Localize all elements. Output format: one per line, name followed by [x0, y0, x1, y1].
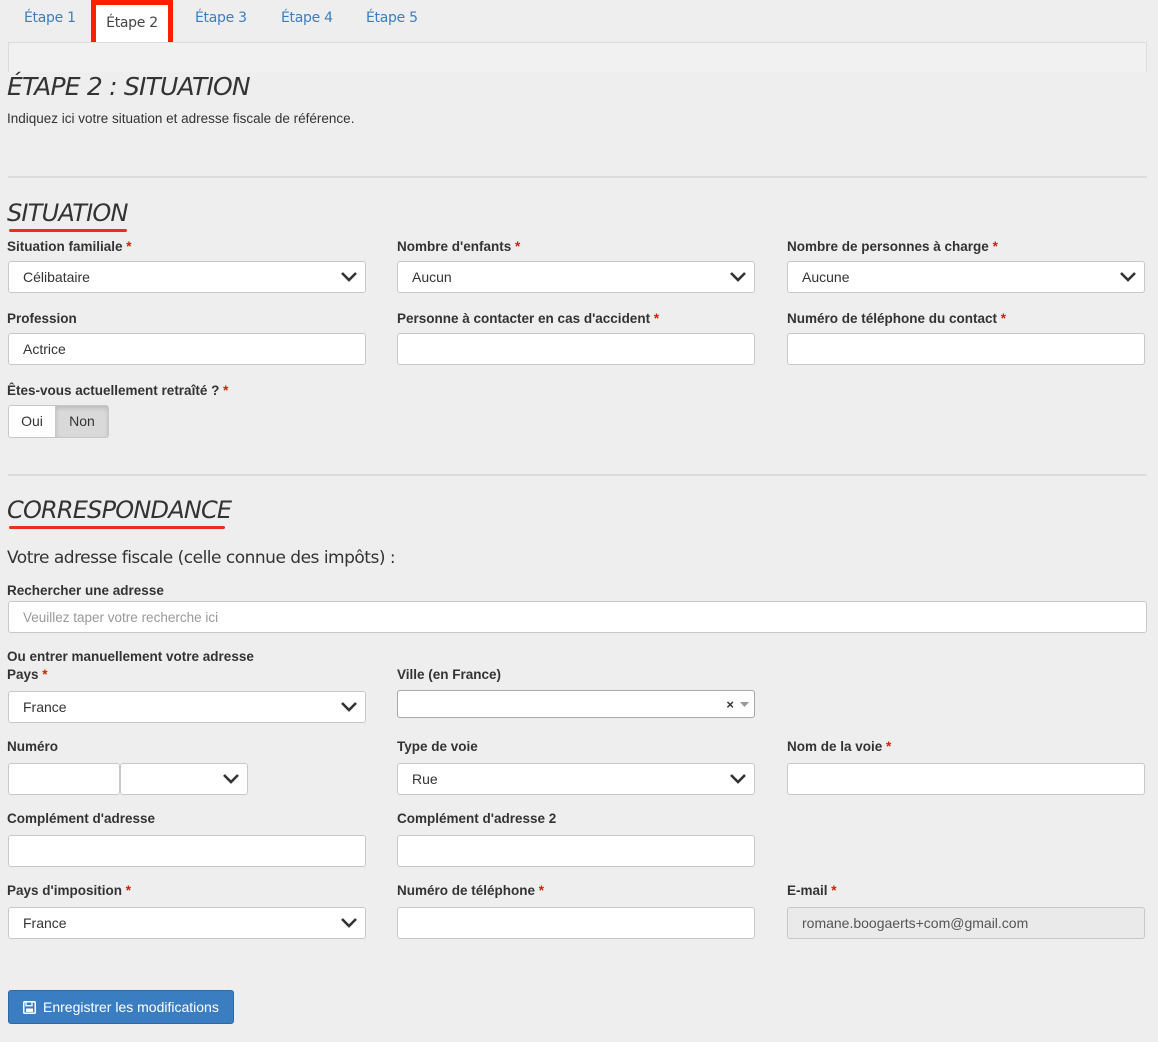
pays-label: Pays *: [7, 667, 48, 682]
nombre-enfants-select[interactable]: Aucun: [397, 261, 755, 293]
retraite-label: Êtes-vous actuellement retraîté ? *: [7, 383, 229, 398]
retraite-oui-button[interactable]: Oui: [8, 405, 56, 438]
nombre-enfants-label: Nombre d'enfants *: [397, 239, 521, 254]
tab-etape-5[interactable]: Étape 5: [366, 10, 418, 26]
complement-input[interactable]: [8, 835, 366, 867]
retraite-non-button[interactable]: Non: [55, 405, 109, 438]
search-address-input[interactable]: Veuillez taper votre recherche ici: [8, 601, 1147, 633]
complement2-input[interactable]: [397, 835, 755, 867]
telephone-label: Numéro de téléphone *: [397, 883, 545, 898]
email-field: romane.boogaerts+com@gmail.com: [787, 907, 1145, 939]
contact-phone-label: Numéro de téléphone du contact *: [787, 311, 1007, 326]
tab-etape-4[interactable]: Étape 4: [281, 10, 333, 26]
caret-down-icon: [740, 702, 749, 707]
save-button-label: Enregistrer les modifications: [43, 999, 219, 1015]
numero-label: Numéro: [7, 739, 59, 754]
page-intro: Indiquez ici votre situation et adresse …: [7, 111, 355, 126]
floppy-disk-icon: [23, 1001, 36, 1014]
complement-label: Complément d'adresse: [7, 811, 156, 826]
contact-accident-label: Personne à contacter en cas d'accident *: [397, 311, 660, 326]
correspondance-heading-underline: [9, 526, 225, 529]
nom-voie-input[interactable]: [787, 763, 1145, 795]
clear-icon[interactable]: ×: [726, 691, 734, 717]
situation-heading: SITUATION: [7, 199, 128, 227]
pays-imposition-label: Pays d'imposition *: [7, 883, 132, 898]
pays-select[interactable]: France: [8, 691, 366, 723]
manual-address-label: Ou entrer manuellement votre adresse: [7, 649, 254, 664]
profession-input[interactable]: Actrice: [8, 333, 366, 365]
tab-etape-3[interactable]: Étape 3: [195, 10, 247, 26]
nom-voie-label: Nom de la voie *: [787, 739, 892, 754]
search-address-label: Rechercher une adresse: [7, 583, 164, 598]
ville-label: Ville (en France): [397, 667, 502, 682]
contact-accident-input[interactable]: [397, 333, 755, 365]
chevron-down-icon: [341, 918, 357, 928]
profession-label: Profession: [7, 311, 77, 326]
chevron-down-icon: [730, 774, 746, 784]
personnes-charge-select[interactable]: Aucune: [787, 261, 1145, 293]
chevron-down-icon: [1120, 272, 1136, 282]
divider: [8, 176, 1147, 178]
chevron-down-icon: [341, 272, 357, 282]
email-label: E-mail *: [787, 883, 837, 898]
ville-select[interactable]: ×: [397, 690, 755, 718]
tab-etape-2[interactable]: Étape 2: [91, 0, 173, 47]
correspondance-subheading: Votre adresse fiscale (celle connue des …: [7, 548, 396, 568]
numero-input[interactable]: [8, 763, 120, 795]
telephone-input[interactable]: [397, 907, 755, 939]
tab-panel-bar: [8, 42, 1147, 72]
chevron-down-icon: [341, 702, 357, 712]
situation-familiale-label: Situation familiale *: [7, 239, 132, 254]
situation-heading-underline: [9, 229, 127, 232]
chevron-down-icon: [730, 272, 746, 282]
contact-phone-input[interactable]: [787, 333, 1145, 365]
tab-etape-1[interactable]: Étape 1: [24, 10, 76, 26]
correspondance-heading: CORRESPONDANCE: [7, 496, 232, 524]
type-voie-select[interactable]: Rue: [397, 763, 755, 795]
type-voie-label: Type de voie: [397, 739, 478, 754]
save-button[interactable]: Enregistrer les modifications: [8, 990, 234, 1024]
personnes-charge-label: Nombre de personnes à charge *: [787, 239, 998, 254]
situation-familiale-select[interactable]: Célibataire: [8, 261, 366, 293]
numero-suffix-select[interactable]: [120, 763, 248, 795]
pays-imposition-select[interactable]: France: [8, 907, 366, 939]
divider: [8, 474, 1147, 476]
chevron-down-icon: [223, 774, 239, 784]
page-title: ÉTAPE 2 : SITUATION: [7, 72, 251, 101]
complement2-label: Complément d'adresse 2: [397, 811, 557, 826]
